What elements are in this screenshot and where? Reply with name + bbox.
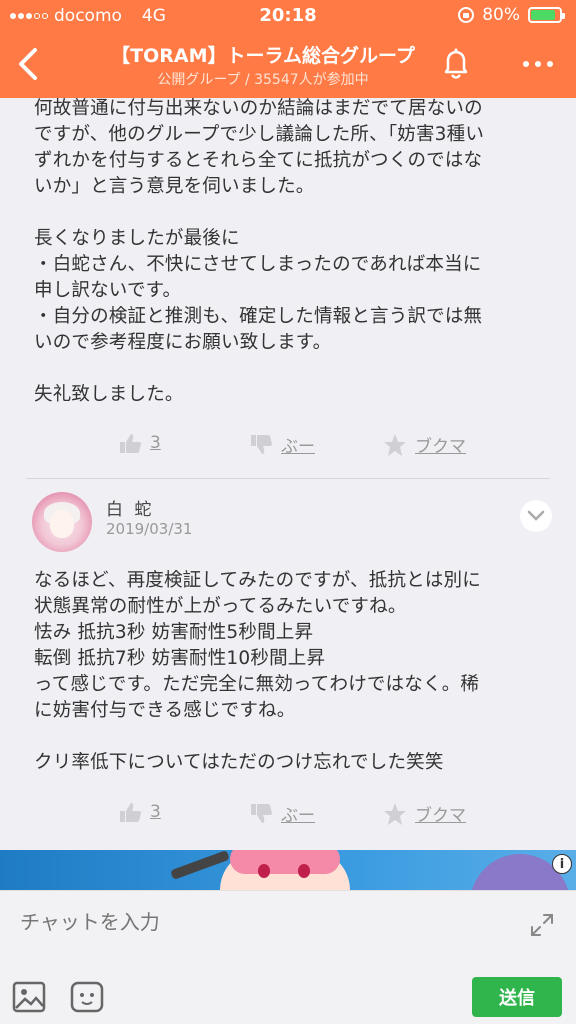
post-item: 何故普通に付与出来ないのか結論はまだでて居ないの ですが、他のグループで少し議論… xyxy=(0,98,576,408)
chat-input[interactable] xyxy=(20,905,506,939)
bookmark-button[interactable]: ブクマ xyxy=(383,432,466,457)
post-options-button[interactable] xyxy=(520,500,552,532)
expand-icon xyxy=(531,914,553,936)
group-header: 【TORAM】トーラム総合グループ 公開グループ / 35547人が参加中 xyxy=(0,32,576,98)
star-icon xyxy=(384,433,406,456)
group-subtitle: 公開グループ / 35547人が参加中 xyxy=(157,72,369,88)
post-author: 白 蛇 2019/03/31 xyxy=(32,492,552,556)
thumbs-up-icon xyxy=(120,434,141,453)
post-date: 2019/03/31 xyxy=(106,520,193,538)
battery-icon xyxy=(528,7,565,23)
post-actions: 3 ぶー ブクマ xyxy=(0,432,576,472)
thumbs-up-icon xyxy=(120,803,141,822)
post-divider xyxy=(26,478,550,479)
post-body: 何故普通に付与出来ないのか結論はまだでて居ないの ですが、他のグループで少し議論… xyxy=(34,98,485,405)
send-button[interactable]: 送信 xyxy=(472,977,562,1017)
thread-content: 何故普通に付与出来ないのか結論はまだでて居ないの ですが、他のグループで少し議論… xyxy=(0,98,576,850)
chat-input-bar: 送信 xyxy=(0,890,576,1024)
bell-icon xyxy=(444,48,468,79)
like-count: 3 xyxy=(150,433,161,453)
chevron-left-icon xyxy=(19,48,37,80)
status-right: 80% xyxy=(458,5,565,25)
expand-button[interactable] xyxy=(528,911,556,939)
dislike-label: ぶー xyxy=(281,806,315,826)
back-button[interactable] xyxy=(10,44,50,84)
image-button[interactable] xyxy=(12,981,46,1013)
like-button[interactable]: 3 xyxy=(118,801,161,823)
star-icon xyxy=(384,802,406,825)
dislike-button[interactable]: ぶー xyxy=(249,432,315,457)
thumbs-down-icon xyxy=(251,434,272,454)
thumbs-down-icon xyxy=(251,803,272,823)
status-bar: docomo 4G 20:18 80% xyxy=(0,0,576,32)
like-count: 3 xyxy=(150,802,161,822)
orientation-lock-icon xyxy=(458,7,475,23)
more-menu-button[interactable] xyxy=(518,44,558,84)
author-name: 白 蛇 xyxy=(106,500,155,520)
post-body: なるほど、再度検証してみたのですが、抵抗とは別に 状態異常の耐性が上がってるみた… xyxy=(34,570,481,773)
chevron-down-icon xyxy=(527,510,545,521)
dislike-label: ぶー xyxy=(281,437,315,457)
bookmark-button[interactable]: ブクマ xyxy=(383,801,466,826)
image-icon xyxy=(12,981,46,1013)
notification-button[interactable] xyxy=(436,44,476,84)
dislike-button[interactable]: ぶー xyxy=(249,801,315,826)
ad-info-icon[interactable]: i xyxy=(552,854,572,874)
battery-percent: 80% xyxy=(482,5,520,25)
bookmark-label: ブクマ xyxy=(415,806,466,826)
post-actions: 3 ぶー ブクマ xyxy=(0,801,576,841)
bookmark-label: ブクマ xyxy=(415,437,466,457)
emoji-icon xyxy=(70,981,104,1013)
group-title: 【TORAM】トーラム総合グループ xyxy=(111,45,415,67)
ad-banner[interactable]: i xyxy=(0,850,576,890)
avatar[interactable] xyxy=(32,492,92,552)
stamp-button[interactable] xyxy=(70,981,104,1013)
like-button[interactable]: 3 xyxy=(118,432,161,454)
